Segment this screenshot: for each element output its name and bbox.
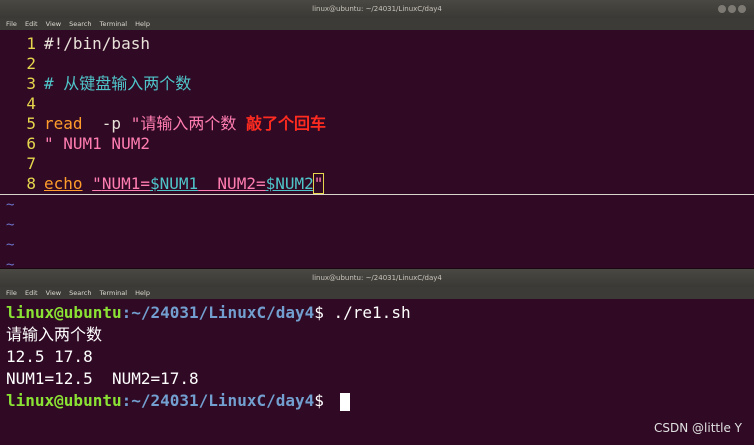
code-option: -p bbox=[82, 114, 131, 133]
code-line: 4 bbox=[0, 94, 754, 114]
line-number: 5 bbox=[26, 114, 36, 133]
terminal-output[interactable]: linux@ubuntu:~/24031/LinuxC/day4$ ./re1.… bbox=[0, 299, 754, 415]
window-titlebar[interactable]: linux@ubuntu: ~/24031/LinuxC/day4 bbox=[0, 0, 754, 18]
line-number: 6 bbox=[26, 134, 36, 153]
code-comment: # 从键盘输入两个数 bbox=[44, 74, 192, 93]
command-line: linux@ubuntu:~/24031/LinuxC/day4$ ./re1.… bbox=[6, 302, 748, 324]
code-variable: $NUM2 bbox=[265, 174, 314, 193]
maximize-icon[interactable] bbox=[728, 5, 736, 13]
code-line: 7 bbox=[0, 154, 754, 174]
code-line-current: 8 echo "NUM1=$NUM1 NUM2=$NUM2" bbox=[0, 173, 754, 195]
menu-terminal[interactable]: Terminal bbox=[100, 20, 127, 28]
code-line: 3 # 从键盘输入两个数 bbox=[0, 74, 754, 94]
code-command: echo bbox=[44, 174, 83, 193]
menu-view[interactable]: View bbox=[46, 289, 61, 297]
line-number: 2 bbox=[26, 54, 36, 73]
command-line: linux@ubuntu:~/24031/LinuxC/day4$ bbox=[6, 390, 748, 412]
code-command: read bbox=[44, 114, 83, 133]
menu-search[interactable]: Search bbox=[69, 289, 91, 297]
prompt-user: linux@ubuntu bbox=[6, 391, 122, 410]
menu-help[interactable]: Help bbox=[135, 20, 150, 28]
vim-editor[interactable]: 1 #!/bin/bash 2 3 # 从键盘输入两个数 4 5 read -p "请… bbox=[0, 30, 754, 270]
line-number: 4 bbox=[26, 94, 36, 113]
command-text: ./re1.sh bbox=[333, 303, 411, 322]
code-line: 1 #!/bin/bash bbox=[0, 34, 754, 54]
menu-edit[interactable]: Edit bbox=[25, 289, 38, 297]
code-string: NUM1= bbox=[101, 174, 150, 193]
window-title: linux@ubuntu: ~/24031/LinuxC/day4 bbox=[312, 274, 442, 282]
menu-view[interactable]: View bbox=[46, 20, 61, 28]
code-string: " NUM1 NUM2 bbox=[44, 134, 150, 153]
empty-line-marker: ~ bbox=[6, 197, 15, 213]
code-string: " bbox=[92, 174, 102, 193]
empty-line-marker: ~ bbox=[6, 237, 15, 253]
output-line: NUM1=12.5 NUM2=17.8 bbox=[6, 369, 199, 388]
empty-line-marker: ~ bbox=[6, 217, 15, 233]
menu-file[interactable]: File bbox=[6, 289, 17, 297]
menubar: File Edit View Search Terminal Help bbox=[0, 18, 754, 30]
watermark: CSDN @little Y bbox=[654, 421, 742, 435]
prompt-path: :~/24031/LinuxC/day4 bbox=[121, 303, 315, 322]
text-cursor: " bbox=[312, 173, 325, 194]
code-text: #!/bin/bash bbox=[44, 34, 150, 53]
close-icon[interactable] bbox=[738, 5, 746, 13]
line-number: 8 bbox=[26, 174, 36, 193]
output-line: 12.5 17.8 bbox=[6, 347, 93, 366]
code-line: 5 read -p "请输入两个数 敲了个回车 bbox=[0, 114, 754, 134]
window-title: linux@ubuntu: ~/24031/LinuxC/day4 bbox=[312, 5, 442, 13]
annotation-note: 敲了个回车 bbox=[245, 114, 326, 133]
editor-terminal-window: linux@ubuntu: ~/24031/LinuxC/day4 File E… bbox=[0, 0, 754, 270]
prompt-user: linux@ubuntu bbox=[6, 303, 122, 322]
code-line: 2 bbox=[0, 54, 754, 74]
menu-help[interactable]: Help bbox=[135, 289, 150, 297]
code-variable: $NUM1 bbox=[149, 174, 199, 193]
line-number: 3 bbox=[26, 74, 36, 93]
menu-terminal[interactable]: Terminal bbox=[100, 289, 127, 297]
menu-search[interactable]: Search bbox=[69, 20, 91, 28]
line-number: 1 bbox=[26, 34, 36, 53]
window-titlebar[interactable]: linux@ubuntu: ~/24031/LinuxC/day4 bbox=[0, 269, 754, 287]
code-line: 6 " NUM1 NUM2 bbox=[0, 134, 754, 154]
code-string: "请输入两个数 bbox=[130, 114, 237, 133]
terminal-cursor bbox=[339, 392, 350, 411]
output-line: 请输入两个数 bbox=[6, 325, 103, 344]
menu-edit[interactable]: Edit bbox=[25, 20, 38, 28]
window-controls bbox=[718, 5, 746, 13]
prompt-path: :~/24031/LinuxC/day4 bbox=[121, 391, 315, 410]
minimize-icon[interactable] bbox=[718, 5, 726, 13]
code-string: NUM2= bbox=[198, 174, 266, 193]
menu-file[interactable]: File bbox=[6, 20, 17, 28]
shell-terminal-window: linux@ubuntu: ~/24031/LinuxC/day4 File E… bbox=[0, 268, 754, 445]
line-number: 7 bbox=[26, 154, 36, 173]
prompt-symbol: $ bbox=[314, 303, 334, 322]
menubar: File Edit View Search Terminal Help bbox=[0, 287, 754, 299]
prompt-symbol: $ bbox=[314, 391, 334, 410]
